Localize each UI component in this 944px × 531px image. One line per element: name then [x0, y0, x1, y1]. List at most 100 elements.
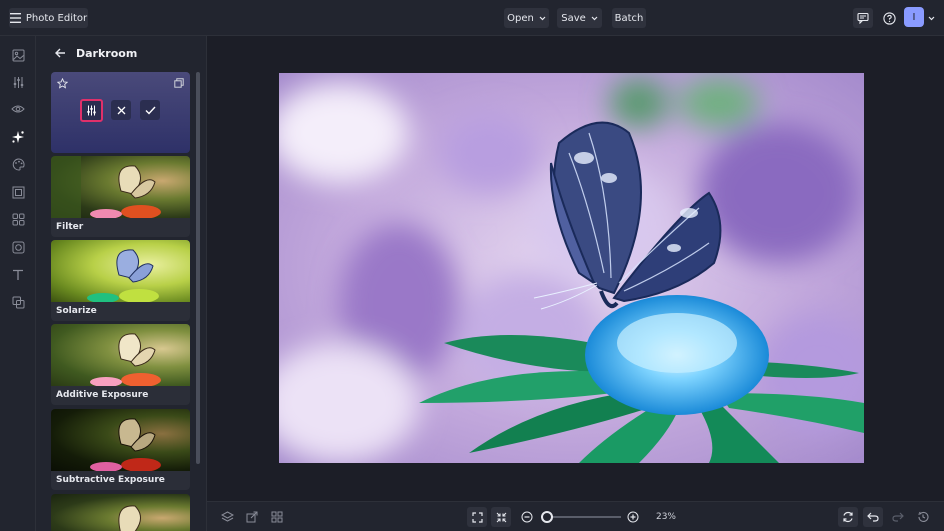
shapes-icon — [12, 213, 24, 225]
copy-icon — [174, 78, 184, 88]
panel-scrollbar[interactable] — [196, 72, 200, 464]
undo-icon — [867, 512, 879, 522]
close-icon — [117, 106, 125, 114]
canvas-area — [207, 36, 944, 501]
thumbnail — [51, 156, 190, 218]
undo-button[interactable] — [863, 507, 883, 527]
zoom-in-button[interactable] — [623, 507, 643, 527]
open-label: Open — [507, 12, 534, 24]
effect-item-solarize[interactable]: Solarize — [51, 240, 190, 321]
panel-title: Darkroom — [76, 47, 138, 60]
eye-icon — [11, 105, 25, 113]
hamburger-icon — [9, 13, 21, 23]
account-menu-toggle[interactable] — [926, 13, 936, 23]
compare-button[interactable] — [242, 507, 262, 527]
history-button[interactable] — [913, 507, 933, 527]
butterfly-thumbnail — [87, 249, 159, 302]
rail-graphics[interactable] — [8, 209, 28, 229]
overlay-icon — [12, 296, 24, 308]
butterfly-thumbnail — [90, 418, 161, 471]
rail-text[interactable] — [8, 265, 28, 285]
minus-circle-icon — [521, 511, 533, 523]
redo-button[interactable] — [888, 507, 908, 527]
effect-label: Additive Exposure — [56, 390, 149, 400]
zoom-level: 23% — [649, 507, 683, 527]
refresh-icon — [843, 511, 853, 523]
effect-label: Subtractive Exposure — [56, 475, 165, 485]
photo-canvas[interactable] — [279, 73, 864, 463]
cancel-effect-button[interactable] — [111, 100, 131, 120]
thumbnail — [51, 324, 190, 386]
avatar[interactable]: I — [904, 7, 924, 27]
layers-icon — [220, 510, 234, 522]
effect-item-filter[interactable]: Filter — [51, 156, 190, 237]
save-button[interactable]: Save — [557, 8, 602, 28]
zoom-value: 23% — [655, 512, 676, 522]
chevron-down-icon — [928, 16, 934, 20]
fit-to-screen-button[interactable] — [467, 507, 487, 527]
history-icon — [918, 511, 929, 523]
favorite-button[interactable] — [55, 76, 69, 90]
effect-label: Filter — [56, 222, 84, 232]
expand-icon — [471, 511, 483, 523]
sparkle-icon — [12, 131, 24, 143]
effect-item-additive-exposure[interactable]: Additive Exposure — [51, 324, 190, 405]
shrink-icon — [496, 512, 506, 522]
butterfly-photo — [279, 73, 864, 463]
rail-frames[interactable] — [8, 182, 28, 202]
top-bar: Photo Editor Open Save Batch I — [0, 0, 944, 36]
butterfly-thumbnail — [118, 505, 141, 531]
batch-label: Batch — [614, 12, 644, 24]
sliders-icon — [13, 76, 23, 88]
rail-touch-up[interactable] — [8, 99, 28, 119]
redo-icon — [892, 512, 904, 522]
rail-artsy[interactable] — [8, 154, 28, 174]
plus-circle-icon — [627, 511, 639, 523]
actual-size-button[interactable] — [491, 507, 511, 527]
sliders-icon — [87, 105, 96, 116]
butterfly-thumbnail — [51, 156, 161, 218]
layers-button[interactable] — [217, 507, 237, 527]
rail-effects[interactable] — [8, 127, 28, 147]
help-icon — [882, 11, 896, 25]
palette-icon — [12, 157, 24, 171]
thumbnail — [51, 240, 190, 302]
rail-adjust[interactable] — [8, 72, 28, 92]
zoom-slider-handle[interactable] — [541, 511, 553, 523]
star-icon — [56, 77, 68, 89]
effect-item-subtractive-exposure[interactable]: Subtractive Exposure — [51, 409, 190, 490]
zoom-out-button[interactable] — [517, 507, 537, 527]
grid-button[interactable] — [267, 507, 287, 527]
active-effect-card[interactable] — [51, 72, 190, 153]
batch-button[interactable]: Batch — [612, 8, 646, 28]
open-button[interactable]: Open — [504, 8, 549, 28]
frame-icon — [12, 186, 24, 198]
thumbnail — [51, 494, 190, 531]
darkroom-panel: Darkroom Filter Solarize Additive Exposu… — [36, 36, 207, 531]
arrow-left-icon — [54, 48, 65, 58]
help-button[interactable] — [879, 8, 899, 28]
image-icon — [12, 49, 24, 61]
zoom-slider[interactable] — [541, 511, 621, 523]
app-menu-button[interactable]: Photo Editor — [9, 8, 88, 28]
back-button[interactable] — [51, 44, 69, 62]
feedback-button[interactable] — [853, 8, 873, 28]
effect-settings-button[interactable] — [80, 99, 103, 122]
rail-textures[interactable] — [8, 237, 28, 257]
thumbnail — [51, 409, 190, 471]
chat-icon — [857, 12, 869, 24]
rail-edit[interactable] — [8, 45, 28, 65]
effect-item-next[interactable] — [51, 494, 190, 531]
duplicate-button[interactable] — [172, 76, 186, 90]
rail-overlays[interactable] — [8, 292, 28, 312]
chevron-down-icon — [539, 16, 546, 20]
external-icon — [246, 511, 258, 523]
reset-button[interactable] — [838, 507, 858, 527]
texture-icon — [12, 241, 24, 253]
chevron-down-icon — [591, 16, 598, 20]
save-label: Save — [561, 12, 586, 24]
butterfly-thumbnail — [90, 333, 161, 386]
avatar-initial: I — [912, 11, 916, 23]
tool-rail — [0, 36, 36, 531]
apply-effect-button[interactable] — [140, 100, 160, 120]
